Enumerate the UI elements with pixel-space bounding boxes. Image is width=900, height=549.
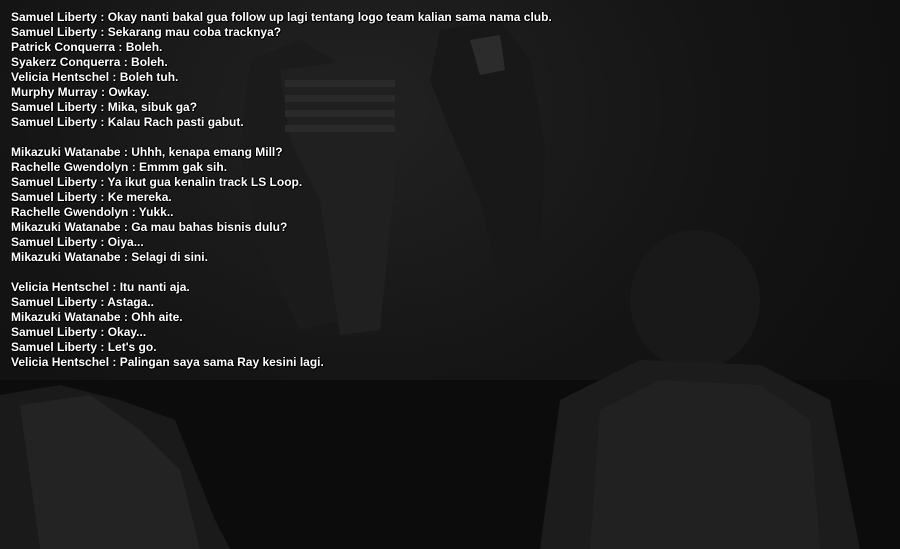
chat-message: Samuel Liberty : Kalau Rach pasti gabut. [11, 115, 244, 129]
chat-message: Samuel Liberty : Let's go. [11, 340, 157, 354]
chat-message: Patrick Conquerra : Boleh. [11, 40, 163, 54]
chat-message: Samuel Liberty : Mika, sibuk ga? [11, 100, 198, 114]
chat-message: Samuel Liberty : Okay nanti bakal gua fo… [11, 10, 552, 24]
chat-message: Samuel Liberty : Okay... [11, 325, 147, 339]
chat-message: Rachelle Gwendolyn : Yukk.. [11, 205, 174, 219]
chat-message: Rachelle Gwendolyn : Emmm gak sih. [11, 160, 228, 174]
chat-message: Mikazuki Watanabe : Selagi di sini. [11, 250, 208, 264]
chat-message: Samuel Liberty : Oiya... [11, 235, 144, 249]
chat-gap [11, 265, 651, 280]
chat-log: Samuel Liberty : Okay nanti bakal gua fo… [11, 10, 651, 370]
chat-message: Syakerz Conquerra : Boleh. [11, 55, 168, 69]
chat-message: Mikazuki Watanabe : Uhhh, kenapa emang M… [11, 145, 283, 159]
chat-message: Velicia Hentschel : Palingan saya sama R… [11, 355, 324, 369]
chat-gap [11, 130, 651, 145]
chat-message: Murphy Murray : Owkay. [11, 85, 150, 99]
chat-message: Samuel Liberty : Astaga.. [11, 295, 154, 309]
chat-message: Mikazuki Watanabe : Ohh aite. [11, 310, 183, 324]
foreground-shirt [590, 380, 820, 549]
chat-message: Mikazuki Watanabe : Ga mau bahas bisnis … [11, 220, 288, 234]
chat-message: Velicia Hentschel : Itu nanti aja. [11, 280, 190, 294]
chat-message: Samuel Liberty : Ya ikut gua kenalin tra… [11, 175, 303, 189]
chat-message: Samuel Liberty : Ke mereka. [11, 190, 172, 204]
chat-message: Velicia Hentschel : Boleh tuh. [11, 70, 179, 84]
chat-message: Samuel Liberty : Sekarang mau coba track… [11, 25, 282, 39]
game-viewport: Samuel Liberty : Okay nanti bakal gua fo… [0, 0, 900, 549]
